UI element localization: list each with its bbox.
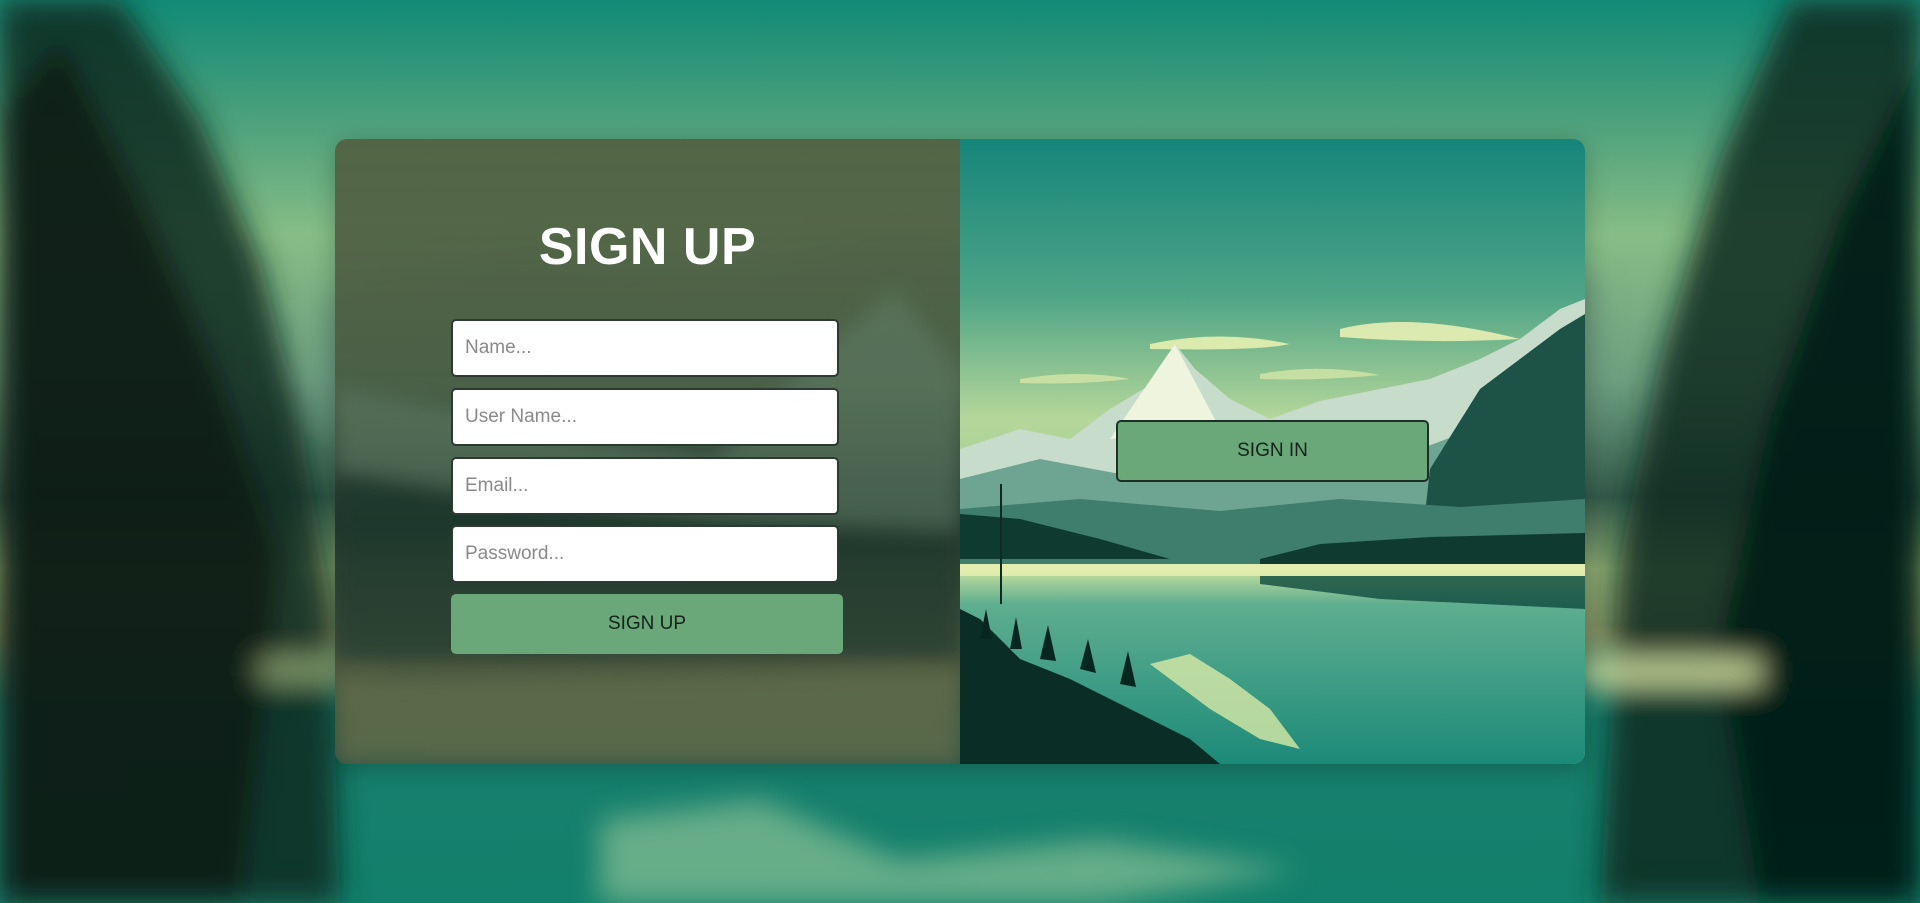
page-title: SIGN UP — [538, 218, 757, 276]
auth-card: SIGN UP SIGN UP — [335, 139, 1585, 764]
signin-pane: SIGN IN — [960, 139, 1585, 764]
email-field[interactable] — [451, 457, 839, 515]
sign-in-button[interactable]: SIGN IN — [1116, 420, 1429, 482]
sign-up-button[interactable]: SIGN UP — [451, 594, 843, 654]
password-field[interactable] — [451, 525, 839, 583]
page-background: SIGN UP SIGN UP — [0, 0, 1920, 903]
signup-pane: SIGN UP SIGN UP — [335, 139, 960, 764]
username-field[interactable] — [451, 388, 839, 446]
name-field[interactable] — [451, 319, 839, 377]
